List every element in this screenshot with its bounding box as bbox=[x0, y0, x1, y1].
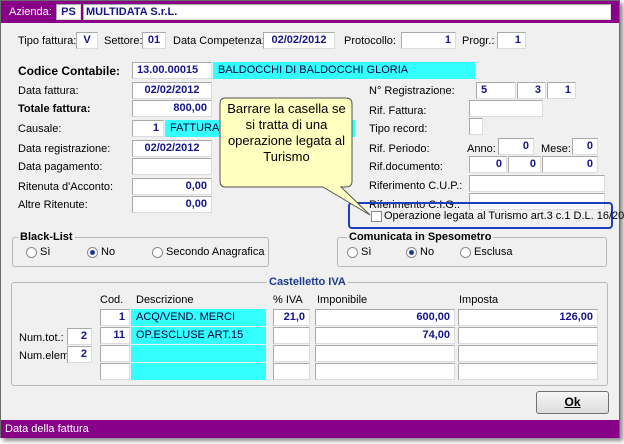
blacklist-label-secondo: Secondo Anagrafica bbox=[166, 246, 265, 258]
iva-row-1-cod[interactable]: 1 bbox=[100, 309, 130, 326]
status-bar: Data della fattura bbox=[1, 420, 619, 438]
num-elem-field: 2 bbox=[67, 346, 92, 363]
altre-ritenute-label: Altre Ritenute: bbox=[18, 199, 88, 211]
iva-row-4-imponibile[interactable] bbox=[315, 363, 455, 380]
header-descrizione: Descrizione bbox=[136, 294, 194, 306]
ritenuta-label: Ritenuta d'Acconto: bbox=[18, 181, 114, 193]
rif-fattura-field[interactable] bbox=[469, 100, 543, 117]
spesometro-radio-no[interactable] bbox=[406, 247, 417, 258]
iva-row-1-descrizione: ACQ/VEND. MERCI bbox=[131, 309, 266, 326]
altre-ritenute-field[interactable]: 0,00 bbox=[132, 196, 212, 213]
data-registrazione-field[interactable]: 02/02/2012 bbox=[132, 140, 212, 157]
spesometro-label-si: Sì bbox=[361, 246, 372, 258]
iva-row-2-imponibile[interactable]: 74,00 bbox=[315, 327, 455, 344]
mese-field[interactable]: 0 bbox=[572, 138, 598, 155]
causale-label: Causale: bbox=[18, 123, 62, 135]
cup-field[interactable] bbox=[469, 175, 605, 192]
iva-row-2-imposta[interactable] bbox=[458, 327, 598, 344]
num-tot-field: 2 bbox=[67, 328, 92, 345]
iva-row-1-imposta[interactable]: 126,00 bbox=[458, 309, 598, 326]
data-competenza-field[interactable]: 02/02/2012 bbox=[263, 32, 335, 49]
spesometro-label-esclusa: Esclusa bbox=[474, 246, 513, 258]
iva-row-4-descrizione bbox=[131, 363, 266, 380]
header-imposta: Imposta bbox=[459, 294, 499, 306]
rif-documento-label: Rif.documento: bbox=[369, 161, 443, 173]
iva-row-2-cod[interactable]: 11 bbox=[100, 327, 130, 344]
codice-contabile-label: Codice Contabile: bbox=[18, 64, 121, 78]
spesometro-radio-si[interactable] bbox=[347, 247, 358, 258]
iva-row-3-cod[interactable] bbox=[100, 345, 130, 362]
data-competenza-label: Data Competenza: bbox=[173, 35, 265, 47]
header-cod: Cod. bbox=[100, 294, 124, 306]
tipo-record-field[interactable] bbox=[469, 118, 483, 135]
ritenuta-field[interactable]: 0,00 bbox=[132, 178, 212, 195]
tipo-fattura-label: Tipo fattura: bbox=[18, 35, 77, 47]
rif-documento-field-1[interactable]: 0 bbox=[469, 156, 507, 173]
rif-documento-field-2[interactable]: 0 bbox=[508, 156, 541, 173]
n-registrazione-label: N° Registrazione: bbox=[369, 85, 455, 97]
n-registrazione-field-2[interactable]: 3 bbox=[517, 82, 546, 99]
settore-label: Settore: bbox=[104, 35, 143, 47]
num-tot-label: Num.tot.: bbox=[19, 332, 64, 344]
azienda-label: Azienda: bbox=[9, 6, 52, 18]
iva-row-2-perc-iva[interactable] bbox=[273, 327, 310, 344]
blacklist-radio-secondo[interactable] bbox=[152, 247, 163, 258]
protocollo-label: Protocollo: bbox=[344, 35, 396, 47]
iva-row-4-cod[interactable] bbox=[100, 363, 130, 380]
blacklist-title: Black-List bbox=[18, 231, 75, 243]
rif-documento-field-3[interactable]: 0 bbox=[542, 156, 598, 173]
n-registrazione-field-1[interactable]: 5 bbox=[476, 82, 516, 99]
iva-row-4-imposta[interactable] bbox=[458, 363, 598, 380]
spesometro-radio-esclusa[interactable] bbox=[460, 247, 471, 258]
iva-row-2-descrizione: OP.ESCLUSE ART.15 bbox=[131, 327, 266, 344]
iva-row-3-imposta[interactable] bbox=[458, 345, 598, 362]
progr-label: Progr.: bbox=[462, 35, 495, 47]
iva-row-1-imponibile[interactable]: 600,00 bbox=[315, 309, 455, 326]
blacklist-label-si: Sì bbox=[40, 246, 51, 258]
anno-label: Anno: bbox=[467, 143, 496, 155]
protocollo-field[interactable]: 1 bbox=[401, 32, 456, 49]
blacklist-radio-no[interactable] bbox=[87, 247, 98, 258]
iva-row-1-perc-iva[interactable]: 21,0 bbox=[273, 309, 310, 326]
tipo-fattura-field[interactable]: V bbox=[76, 32, 98, 49]
blacklist-radio-si[interactable] bbox=[26, 247, 37, 258]
castelletto-iva-title: Castelletto IVA bbox=[267, 276, 348, 288]
data-fattura-field[interactable]: 02/02/2012 bbox=[132, 82, 212, 99]
data-pagamento-field[interactable] bbox=[132, 158, 212, 175]
status-text: Data della fattura bbox=[5, 423, 89, 435]
n-registrazione-field-3[interactable]: 1 bbox=[547, 82, 576, 99]
iva-row-3-imponibile[interactable] bbox=[315, 345, 455, 362]
cup-label: Riferimento C.U.P.: bbox=[369, 180, 463, 192]
codice-contabile-field[interactable]: 13.00.00015 bbox=[132, 62, 212, 79]
spesometro-label-no: No bbox=[420, 246, 435, 258]
mese-label: Mese: bbox=[541, 143, 571, 155]
totale-fattura-field[interactable]: 800,00 bbox=[132, 100, 212, 117]
settore-field[interactable]: 01 bbox=[142, 32, 166, 49]
iva-row-3-descrizione bbox=[131, 345, 266, 362]
blacklist-label-no: No bbox=[101, 246, 116, 258]
data-registrazione-label: Data registrazione: bbox=[18, 143, 111, 155]
causale-field[interactable]: 1 bbox=[132, 120, 164, 137]
company-bar: Azienda: PS MULTIDATA S.r.L. bbox=[1, 1, 619, 23]
invoice-window: Azienda: PS MULTIDATA S.r.L. Tipo fattur… bbox=[0, 0, 624, 438]
totale-fattura-label: Totale fattura: bbox=[18, 103, 91, 115]
tooltip-text: Barrare la casella se si tratta di una o… bbox=[227, 101, 346, 164]
data-fattura-label: Data fattura: bbox=[18, 85, 79, 97]
azienda-name: MULTIDATA S.r.L. bbox=[83, 4, 611, 20]
data-pagamento-label: Data pagamento: bbox=[18, 161, 103, 173]
azienda-code: PS bbox=[56, 4, 81, 20]
iva-row-4-perc-iva[interactable] bbox=[273, 363, 310, 380]
spesometro-title: Comunicata in Spesometro bbox=[347, 231, 494, 243]
progr-field[interactable]: 1 bbox=[497, 32, 526, 49]
header-perc-iva: % IVA bbox=[273, 294, 303, 306]
ok-button[interactable]: Ok bbox=[536, 391, 609, 414]
turismo-label: Operazione legata al Turismo art.3 c.1 D… bbox=[384, 210, 624, 222]
anno-field[interactable]: 0 bbox=[498, 138, 534, 155]
header-imponibile: Imponibile bbox=[317, 294, 368, 306]
iva-row-3-perc-iva[interactable] bbox=[273, 345, 310, 362]
codice-contabile-desc: BALDOCCHI DI BALDOCCHI GLORIA bbox=[213, 62, 475, 79]
